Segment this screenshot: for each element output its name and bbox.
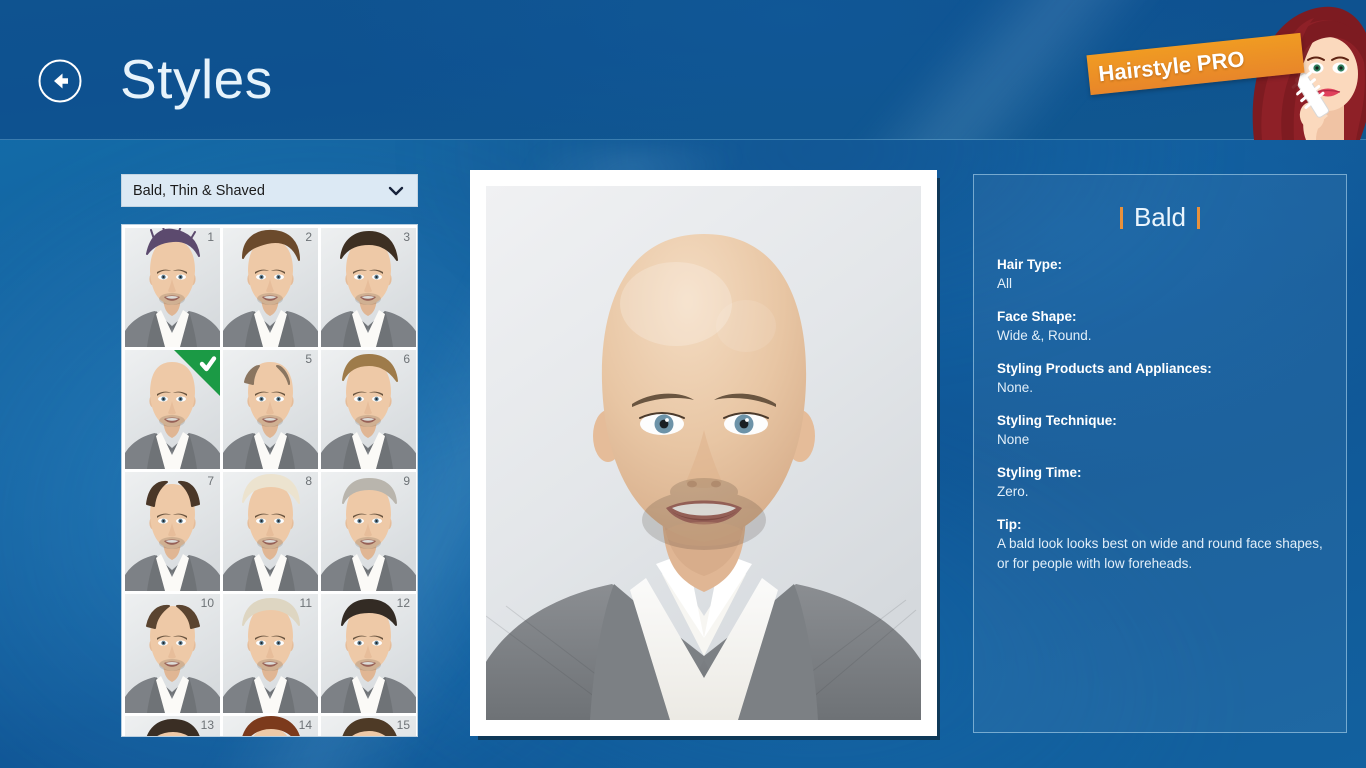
- style-thumbnail-number: 13: [200, 718, 214, 732]
- style-thumbnail-number: 15: [396, 718, 410, 732]
- info-field-label: Face Shape:: [997, 309, 1077, 324]
- category-dropdown-value: Bald, Thin & Shaved: [133, 182, 265, 199]
- category-dropdown[interactable]: Bald, Thin & Shaved: [121, 174, 418, 207]
- style-thumbnail[interactable]: 11: [223, 594, 318, 713]
- style-thumbnail-number: 11: [299, 596, 312, 610]
- info-field-label: Styling Products and Appliances:: [997, 361, 1212, 376]
- style-info-fields: Hair Type: All Face Shape: Wide &, Round. St…: [974, 233, 1346, 574]
- styles-thumbnail-grid: 1 2 3 5 6 7 8 9 10 11 12 13 14 15: [125, 228, 416, 736]
- info-field-label: Styling Technique:: [997, 413, 1117, 428]
- styles-filter-area: Bald, Thin & Shaved: [121, 174, 418, 207]
- style-thumbnail-portrait-icon: [125, 594, 220, 713]
- style-thumbnail-number: 5: [305, 352, 312, 366]
- style-thumbnail[interactable]: 13: [125, 716, 220, 736]
- style-thumbnail[interactable]: 6: [321, 350, 416, 469]
- info-field-value: None.: [997, 380, 1034, 395]
- style-thumbnail-number: 9: [403, 474, 410, 488]
- style-thumbnail-portrait-icon: [223, 350, 318, 469]
- info-field-value: None: [997, 432, 1030, 447]
- chevron-down-icon: [388, 186, 404, 196]
- style-thumbnail-number: 6: [403, 352, 410, 366]
- style-thumbnail-selected[interactable]: 4: [125, 350, 220, 469]
- style-thumbnail-number: 1: [207, 230, 214, 244]
- style-info-title-text: Bald: [1133, 202, 1187, 232]
- style-thumbnail[interactable]: 1: [125, 228, 220, 347]
- style-thumbnail-portrait-icon: [125, 472, 220, 591]
- bald-model-portrait-icon: [486, 186, 921, 720]
- info-tip-label: Tip:: [997, 517, 1022, 532]
- page-title: Styles: [120, 48, 273, 110]
- style-thumbnail-number: 7: [207, 474, 214, 488]
- style-thumbnail-number: 10: [200, 596, 214, 610]
- style-thumbnail[interactable]: 9: [321, 472, 416, 591]
- style-thumbnail-number: 12: [396, 596, 410, 610]
- title-bar-left-icon: [1119, 207, 1123, 229]
- style-thumbnail-portrait-icon: [321, 472, 416, 591]
- style-thumbnail-portrait-icon: [223, 472, 318, 591]
- selected-check-icon: [174, 350, 220, 396]
- style-thumbnail-portrait-icon: [125, 228, 220, 347]
- title-bar-right-icon: [1197, 207, 1201, 229]
- style-thumbnail-portrait-icon: [321, 350, 416, 469]
- style-thumbnail[interactable]: 2: [223, 228, 318, 347]
- preview-photo-frame[interactable]: [470, 170, 937, 736]
- app-logo: Hairstyle PRO: [1076, 0, 1366, 140]
- info-field-value: All: [997, 276, 1013, 291]
- style-thumbnail-number: 8: [305, 474, 312, 488]
- info-field-label: Hair Type:: [997, 257, 1063, 272]
- style-info-panel: Bald Hair Type: All Face Shape: Wide &, Rou…: [973, 174, 1347, 733]
- style-thumbnail-portrait-icon: [223, 228, 318, 347]
- style-thumbnail-number: 2: [305, 230, 312, 244]
- info-field-value: Wide &, Round.: [997, 328, 1092, 343]
- style-thumbnail-number: 3: [403, 230, 410, 244]
- style-thumbnail-portrait-icon: [321, 228, 416, 347]
- style-thumbnail-portrait-icon: [223, 594, 318, 713]
- style-thumbnail-number: 14: [298, 718, 312, 732]
- info-field-label: Styling Time:: [997, 465, 1082, 480]
- styles-thumbnail-panel[interactable]: 1 2 3 5 6 7 8 9 10 11 12 13 14 15: [121, 224, 418, 737]
- style-thumbnail-portrait-icon: [321, 594, 416, 713]
- style-thumbnail[interactable]: 10: [125, 594, 220, 713]
- style-info-title: Bald: [974, 201, 1346, 233]
- style-thumbnail[interactable]: 15: [321, 716, 416, 736]
- info-tip-text: A bald look looks best on wide and round…: [997, 536, 1323, 571]
- preview-photo: [486, 186, 921, 720]
- style-thumbnail[interactable]: 7: [125, 472, 220, 591]
- info-field-value: Zero.: [997, 484, 1029, 499]
- back-arrow-icon: [38, 59, 82, 103]
- style-thumbnail[interactable]: 3: [321, 228, 416, 347]
- style-thumbnail[interactable]: 8: [223, 472, 318, 591]
- back-button[interactable]: [37, 58, 83, 104]
- style-thumbnail[interactable]: 12: [321, 594, 416, 713]
- style-thumbnail[interactable]: 14: [223, 716, 318, 736]
- style-thumbnail[interactable]: 5: [223, 350, 318, 469]
